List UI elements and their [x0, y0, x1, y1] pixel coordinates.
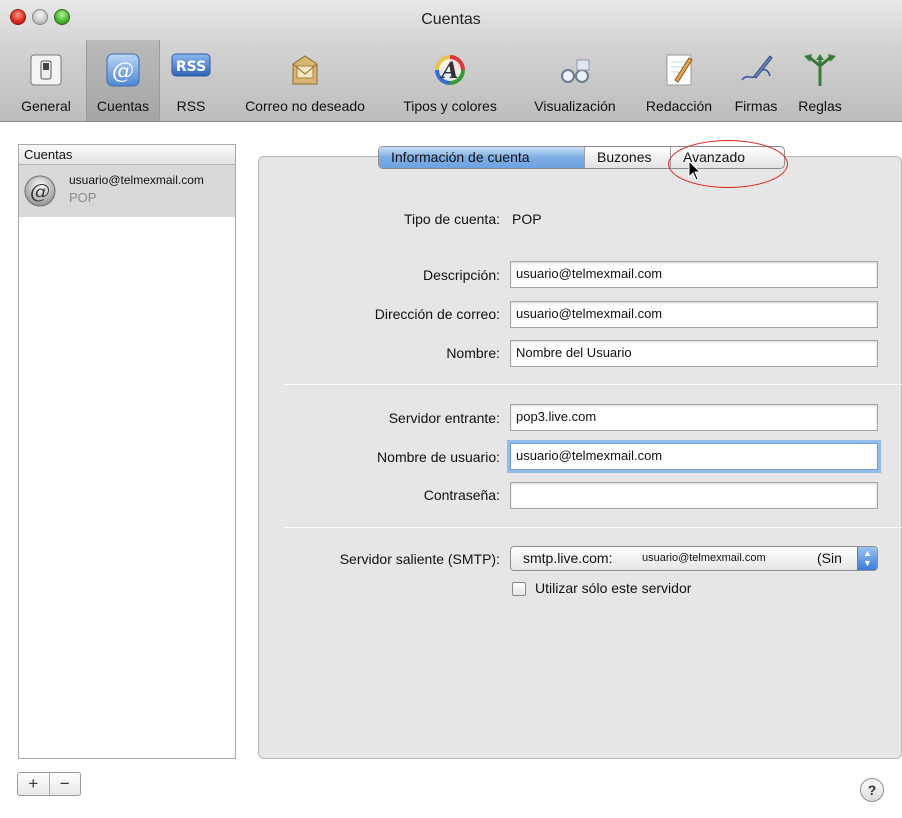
at-sign-icon: @ — [106, 53, 140, 87]
smtp-server-suffix: (Sin — [817, 550, 842, 566]
svg-text:A: A — [439, 58, 458, 84]
remove-account-button[interactable]: − — [48, 773, 81, 795]
tab-buzones[interactable]: Buzones — [584, 147, 670, 168]
toolbar-cuentas-label: Cuentas — [96, 98, 150, 114]
password-field[interactable] — [510, 482, 878, 509]
account-type: POP — [69, 190, 97, 205]
add-remove-account-buttons: + − — [17, 772, 81, 796]
toolbar-rss-label: RSS — [176, 98, 206, 114]
toolbar-reglas-label: Reglas — [798, 98, 842, 114]
popup-arrows-icon: ▲ ▼ — [857, 547, 877, 570]
svg-text:RSS: RSS — [176, 59, 206, 75]
rss-icon: RSS — [171, 53, 211, 77]
email-field[interactable]: usuario@telmexmail.com — [510, 301, 878, 328]
tab-informacion-de-cuenta[interactable]: Información de cuenta — [379, 147, 584, 168]
section-divider — [284, 527, 902, 528]
rules-arrows-icon — [804, 54, 836, 86]
account-name: usuario@telmexmail.com — [69, 173, 204, 187]
toolbar-general-label: General — [21, 98, 71, 114]
incoming-server-field[interactable]: pop3.live.com — [510, 404, 878, 431]
email-label: Dirección de correo: — [374, 306, 500, 322]
description-label: Descripción: — [422, 267, 500, 283]
name-label: Nombre: — [446, 345, 500, 361]
account-list-item[interactable]: @ usuario@telmexmail.com POP — [19, 165, 235, 217]
add-account-button[interactable]: + — [18, 773, 49, 795]
toolbar-cuentas[interactable]: @ Cuentas — [86, 40, 160, 121]
toolbar-redaccion[interactable]: Redacción — [636, 46, 722, 116]
account-at-icon: @ — [24, 175, 56, 207]
incoming-server-label: Servidor entrante: — [388, 410, 500, 426]
accounts-list-header: Cuentas — [19, 145, 235, 165]
section-divider — [284, 384, 902, 385]
only-this-server-checkbox[interactable] — [512, 582, 526, 596]
password-label: Contraseña: — [423, 487, 500, 503]
notepad-pencil-icon — [666, 54, 693, 86]
window-titlebar: Cuentas General @ Cuentas RSS RSS Correo… — [0, 0, 902, 122]
toolbar-correo-no-deseado[interactable]: Correo no deseado — [230, 46, 380, 116]
only-this-server-label: Utilizar sólo este servidor — [535, 580, 692, 596]
toolbar-rss[interactable]: RSS RSS — [166, 46, 216, 116]
toolbar-correo-no-deseado-label: Correo no deseado — [245, 98, 365, 114]
account-type-label: Tipo de cuenta: — [404, 211, 500, 227]
toolbar-tipos-y-colores[interactable]: A Tipos y colores — [388, 46, 512, 116]
mouse-cursor-icon — [688, 160, 702, 181]
highlight-ellipse — [668, 140, 788, 188]
username-field[interactable]: usuario@telmexmail.com — [510, 443, 878, 470]
name-field[interactable]: Nombre del Usuario — [510, 340, 878, 367]
window-title: Cuentas — [421, 11, 481, 28]
toolbar-firmas-label: Firmas — [734, 98, 778, 114]
smtp-server-user: usuario@telmexmail.com — [642, 552, 766, 564]
svg-text:@: @ — [30, 179, 50, 203]
font-colors-icon: A — [435, 55, 465, 85]
smtp-server-popup[interactable]: smtp.live.com: usuario@telmexmail.com (S… — [510, 546, 878, 571]
toolbar-firmas[interactable]: Firmas — [726, 46, 786, 116]
smtp-label: Servidor saliente (SMTP): — [339, 551, 500, 567]
glasses-icon — [561, 59, 590, 83]
general-switch-icon — [30, 54, 62, 86]
smtp-server-name: smtp.live.com: — [523, 550, 613, 566]
accounts-sidebar: Cuentas @ usuario@telmexmail.com POP — [18, 144, 236, 759]
signature-pen-icon — [741, 55, 773, 81]
toolbar-tipos-y-colores-label: Tipos y colores — [403, 98, 497, 114]
help-button[interactable]: ? — [860, 778, 884, 802]
toolbar-visualizacion[interactable]: Visualización — [520, 46, 630, 116]
junk-mail-icon — [292, 55, 318, 85]
description-field[interactable]: usuario@telmexmail.com — [510, 261, 878, 288]
toolbar-general[interactable]: General — [14, 46, 78, 116]
toolbar-visualizacion-label: Visualización — [534, 98, 616, 114]
account-type-value: POP — [512, 211, 542, 227]
svg-text:@: @ — [112, 59, 134, 84]
toolbar-redaccion-label: Redacción — [645, 98, 713, 114]
username-label: Nombre de usuario: — [377, 449, 500, 465]
toolbar-reglas[interactable]: Reglas — [790, 46, 850, 116]
